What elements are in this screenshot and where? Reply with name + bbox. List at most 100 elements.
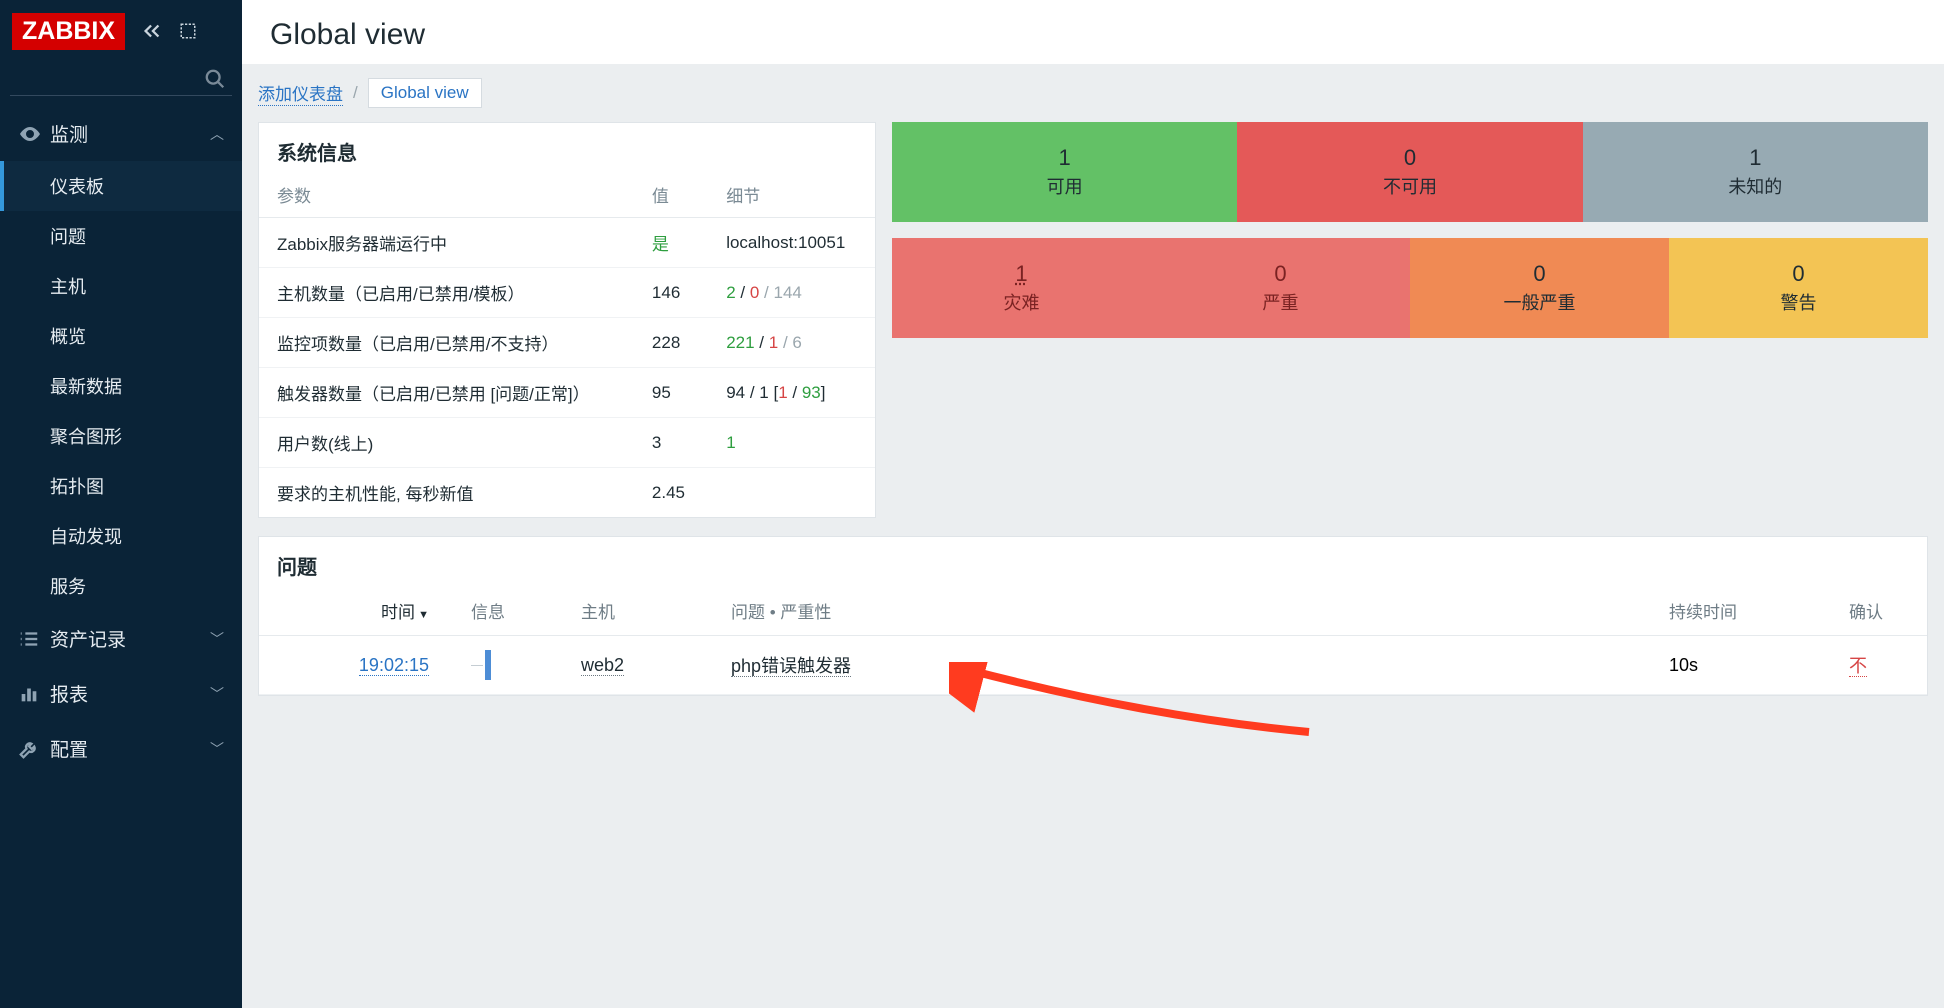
- sidebar-item-自动发现[interactable]: 自动发现: [0, 511, 242, 561]
- th-info[interactable]: 信息: [459, 586, 569, 636]
- sysinfo-detail: 2 / 0 / 144: [708, 268, 875, 318]
- tile-label: 不可用: [1383, 173, 1437, 199]
- system-info-panel: 系统信息 参数 值 细节 Zabbix服务器端运行中是localhost:100…: [258, 122, 876, 518]
- wrench-icon: [18, 738, 50, 760]
- tile-可用[interactable]: 1可用: [892, 122, 1237, 222]
- th-ack[interactable]: 确认: [1837, 586, 1927, 636]
- sysinfo-detail: localhost:10051: [708, 218, 875, 268]
- problem-name[interactable]: php错误触发器: [731, 656, 851, 677]
- tile-value: 0: [1533, 261, 1545, 287]
- sysinfo-detail: [708, 468, 875, 518]
- sysinfo-param: 用户数(线上): [259, 418, 634, 468]
- search-wrap: [0, 62, 242, 106]
- nav-section-资产记录[interactable]: 资产记录 ﹀: [0, 611, 242, 666]
- sysinfo-value: 146: [634, 268, 708, 318]
- nav-section-监测[interactable]: 监测 ︿: [0, 106, 242, 161]
- sidebar-item-服务[interactable]: 服务: [0, 561, 242, 611]
- sysinfo-value: 228: [634, 318, 708, 368]
- sysinfo-detail: 94 / 1 [1 / 93]: [708, 368, 875, 418]
- tile-label: 警告: [1781, 289, 1817, 315]
- sidebar-item-概览[interactable]: 概览: [0, 311, 242, 361]
- problems-title: 问题: [259, 537, 1927, 586]
- th-host[interactable]: 主机: [569, 586, 719, 636]
- th-problem[interactable]: 问题 • 严重性: [719, 586, 1657, 636]
- search-input[interactable]: [10, 66, 232, 96]
- tile-label: 可用: [1047, 173, 1083, 199]
- tile-严重[interactable]: 0严重: [1151, 238, 1410, 338]
- tile-label: 严重: [1263, 289, 1299, 315]
- problem-row: 19:02:15 web2 php错误触发器 10s 不: [259, 636, 1927, 695]
- sysinfo-row: 监控项数量（已启用/已禁用/不支持）228221 / 1 / 6: [259, 318, 875, 368]
- th-param: 参数: [259, 172, 634, 218]
- breadcrumb-current[interactable]: Global view: [368, 78, 482, 108]
- chevron-down-icon: ﹀: [210, 629, 224, 649]
- sidebar-item-主机[interactable]: 主机: [0, 261, 242, 311]
- system-info-title: 系统信息: [259, 123, 875, 172]
- sidebar: ZABBIX 监测︿仪表板问题主机概览最新数据聚合图形拓扑图自动发现服务资产记录…: [0, 0, 242, 1008]
- th-time[interactable]: 时间: [381, 603, 429, 622]
- sysinfo-detail: 1: [708, 418, 875, 468]
- tile-一般严重[interactable]: 0一般严重: [1410, 238, 1669, 338]
- th-duration[interactable]: 持续时间: [1657, 586, 1837, 636]
- nav-section-配置[interactable]: 配置﹀: [0, 721, 242, 776]
- nav-section-label: 监测: [50, 120, 88, 147]
- breadcrumb-separator: /: [353, 83, 358, 103]
- problems-table: 时间 信息 主机 问题 • 严重性 持续时间 确认 19:02:15 web2 ph…: [259, 586, 1927, 695]
- tile-不可用[interactable]: 0不可用: [1237, 122, 1582, 222]
- sysinfo-value: 是: [634, 218, 708, 268]
- problem-ack[interactable]: 不: [1849, 656, 1867, 677]
- page-header: Global view: [242, 0, 1944, 64]
- sidebar-item-拓扑图[interactable]: 拓扑图: [0, 461, 242, 511]
- page-title: Global view: [270, 18, 1916, 52]
- info-marker-icon: [485, 650, 491, 680]
- sysinfo-row: 触发器数量（已启用/已禁用 [问题/正常]）9594 / 1 [1 / 93]: [259, 368, 875, 418]
- sysinfo-value: 2.45: [634, 468, 708, 518]
- main: Global view 添加仪表盘 / Global view 系统信息 参数 …: [242, 0, 1944, 1008]
- sidebar-header: ZABBIX: [0, 0, 242, 62]
- logo[interactable]: ZABBIX: [12, 13, 125, 50]
- breadcrumb-add-dashboard[interactable]: 添加仪表盘: [258, 80, 343, 106]
- search-icon[interactable]: [204, 68, 226, 90]
- tile-value: 1: [1015, 261, 1027, 287]
- status-tiles: 1可用0不可用1未知的 1灾难0严重0一般严重0警告: [892, 122, 1928, 338]
- sidebar-item-最新数据[interactable]: 最新数据: [0, 361, 242, 411]
- sysinfo-detail: 221 / 1 / 6: [708, 318, 875, 368]
- sysinfo-param: Zabbix服务器端运行中: [259, 218, 634, 268]
- sysinfo-param: 主机数量（已启用/已禁用/模板）: [259, 268, 634, 318]
- nav: 监测︿仪表板问题主机概览最新数据聚合图形拓扑图自动发现服务资产记录﹀报表﹀配置﹀: [0, 106, 242, 776]
- tile-灾难[interactable]: 1灾难: [892, 238, 1151, 338]
- collapse-icon[interactable]: [141, 20, 163, 42]
- nav-section-报表[interactable]: 报表 ﹀: [0, 666, 242, 721]
- tile-value: 0: [1404, 145, 1416, 171]
- chevron-down-icon: ﹀: [210, 739, 224, 759]
- sidebar-item-仪表板[interactable]: 仪表板: [0, 161, 242, 211]
- system-info-table: 参数 值 细节 Zabbix服务器端运行中是localhost:10051主机数…: [259, 172, 875, 517]
- sysinfo-param: 触发器数量（已启用/已禁用 [问题/正常]）: [259, 368, 634, 418]
- sysinfo-value: 95: [634, 368, 708, 418]
- eye-icon: [18, 122, 50, 146]
- chevron-down-icon: ﹀: [210, 684, 224, 704]
- tile-未知的[interactable]: 1未知的: [1583, 122, 1928, 222]
- bar-icon: [18, 683, 50, 705]
- tile-value: 0: [1274, 261, 1286, 287]
- sidebar-item-聚合图形[interactable]: 聚合图形: [0, 411, 242, 461]
- th-value: 值: [634, 172, 708, 218]
- problem-duration: 10s: [1657, 636, 1837, 695]
- tile-value: 0: [1792, 261, 1804, 287]
- sysinfo-row: Zabbix服务器端运行中是localhost:10051: [259, 218, 875, 268]
- tile-警告[interactable]: 0警告: [1669, 238, 1928, 338]
- sidebar-item-问题[interactable]: 问题: [0, 211, 242, 261]
- tile-label: 灾难: [1004, 289, 1040, 315]
- chevron-up-icon: ︿: [210, 124, 224, 144]
- th-detail: 细节: [708, 172, 875, 218]
- problem-info[interactable]: [471, 650, 557, 680]
- tile-label: 未知的: [1728, 173, 1782, 199]
- breadcrumb: 添加仪表盘 / Global view: [258, 78, 1928, 108]
- fullscreen-icon[interactable]: [179, 22, 197, 40]
- availability-tiles: 1可用0不可用1未知的: [892, 122, 1928, 222]
- problem-host[interactable]: web2: [581, 655, 624, 676]
- nav-section-label: 资产记录: [50, 625, 126, 652]
- tile-value: 1: [1059, 145, 1071, 171]
- problem-time[interactable]: 19:02:15: [359, 655, 429, 676]
- nav-section-label: 报表: [50, 680, 88, 707]
